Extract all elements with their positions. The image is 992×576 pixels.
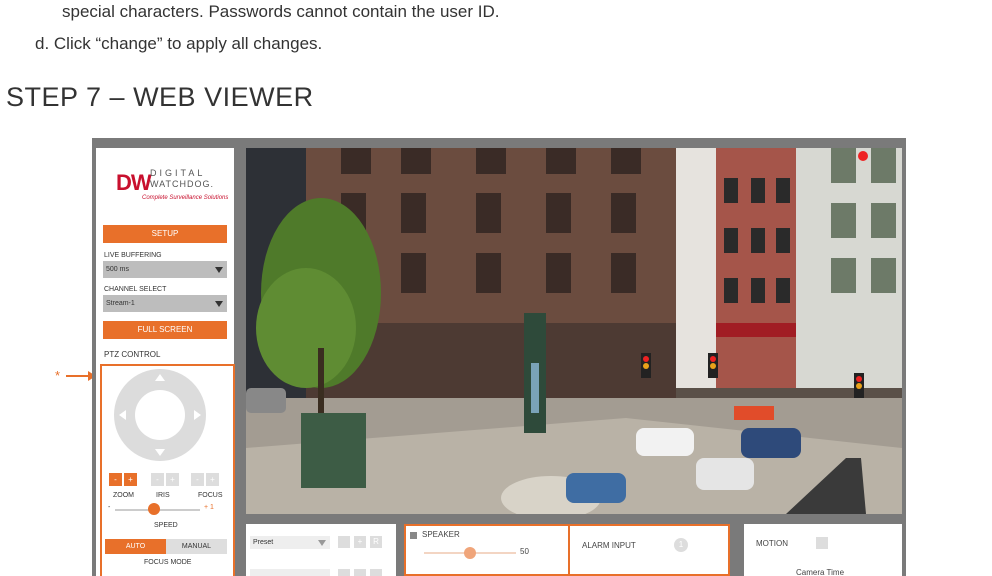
zoom-minus-button[interactable]: - <box>109 473 122 486</box>
setup-button[interactable]: SETUP <box>103 225 227 243</box>
doc-text-line-1: special characters. Passwords cannot con… <box>62 2 500 21</box>
focus-plus-button[interactable]: + <box>206 473 219 486</box>
speaker-checkbox[interactable] <box>410 532 417 539</box>
preset-action-button[interactable] <box>338 536 350 548</box>
logo-mark: DW <box>116 170 152 195</box>
motion-icon <box>816 537 828 549</box>
focus-minus-button[interactable]: - <box>191 473 204 486</box>
preset-panel: Preset + R <box>246 524 396 576</box>
channel-select-label: CHANNEL SELECT <box>104 286 167 293</box>
chevron-down-icon <box>215 267 223 273</box>
live-buffering-value: 500 ms <box>106 266 129 273</box>
alarm-input-label: ALARM INPUT <box>582 541 636 550</box>
arrow-right-icon[interactable] <box>194 410 201 420</box>
step-title: STEP 7 – WEB VIEWER <box>6 82 314 112</box>
arrow-up-icon[interactable] <box>155 374 165 381</box>
zoom-plus-button[interactable]: + <box>124 473 137 486</box>
speaker-slider-thumb[interactable] <box>464 547 476 559</box>
iris-label: IRIS <box>156 492 170 499</box>
preset-reset-button[interactable]: R <box>370 536 382 548</box>
preset-add-button[interactable]: + <box>354 536 366 548</box>
ptz-joystick[interactable] <box>114 369 206 461</box>
panel-divider <box>568 526 570 576</box>
live-video-image <box>246 148 902 514</box>
chevron-down-icon <box>318 540 326 546</box>
camera-time-label: Camera Time <box>796 568 845 576</box>
annotation-marker: * <box>55 368 61 383</box>
full-screen-button[interactable]: FULL SCREEN <box>103 321 227 339</box>
speaker-label: SPEAKER <box>422 530 460 539</box>
focus-auto-button[interactable]: AUTO <box>105 539 166 554</box>
doc-text-line-2: d. Click “change” to apply all changes. <box>35 34 323 53</box>
digital-watchdog-logo: DW DIGITAL WATCHDOG. Complete Surveillan… <box>116 168 228 206</box>
iris-minus-button[interactable]: - <box>151 473 164 486</box>
preset-value: Preset <box>253 539 274 546</box>
zoom-label: ZOOM <box>113 492 134 499</box>
channel-select-value: Stream-1 <box>106 300 135 307</box>
speed-min-label: - <box>108 504 111 511</box>
focus-label: FOCUS <box>198 492 223 499</box>
web-viewer-window: DW DIGITAL WATCHDOG. Complete Surveillan… <box>92 138 906 576</box>
speed-max-label: + 1 <box>204 504 214 511</box>
speaker-value: 50 <box>520 547 529 556</box>
focus-mode-label: FOCUS MODE <box>144 559 192 566</box>
motion-panel: MOTION Camera Time <box>744 524 902 576</box>
preset-action-button-3[interactable] <box>354 569 366 576</box>
audio-alarm-highlight: SPEAKER 50 ALARM INPUT 1 <box>404 524 730 576</box>
preset-select[interactable]: Preset <box>250 536 330 549</box>
channel-select[interactable]: Stream-1 <box>103 295 227 312</box>
logo-tagline: Complete Surveillance Solutions <box>142 195 229 201</box>
live-buffering-label: LIVE BUFFERING <box>104 252 162 259</box>
focus-manual-button[interactable]: MANUAL <box>166 539 227 554</box>
iris-plus-button[interactable]: + <box>166 473 179 486</box>
motion-label: MOTION <box>756 539 788 548</box>
preset-select-2[interactable] <box>250 569 330 576</box>
speed-label: SPEED <box>154 522 178 529</box>
preset-action-button-2[interactable] <box>338 569 350 576</box>
alarm-input-indicator: 1 <box>674 538 688 552</box>
arrow-left-icon[interactable] <box>119 410 126 420</box>
speed-slider-thumb[interactable] <box>148 503 160 515</box>
preset-action-button-4[interactable] <box>370 569 382 576</box>
live-video-feed[interactable] <box>246 148 902 514</box>
logo-name-line-2: WATCHDOG. <box>150 179 214 189</box>
ptz-control-label: PTZ CONTROL <box>104 350 161 359</box>
chevron-down-icon <box>215 301 223 307</box>
live-buffering-select[interactable]: 500 ms <box>103 261 227 278</box>
logo-name-line-1: DIGITAL <box>150 168 206 178</box>
ptz-joystick-center <box>135 390 185 440</box>
arrow-down-icon[interactable] <box>155 449 165 456</box>
